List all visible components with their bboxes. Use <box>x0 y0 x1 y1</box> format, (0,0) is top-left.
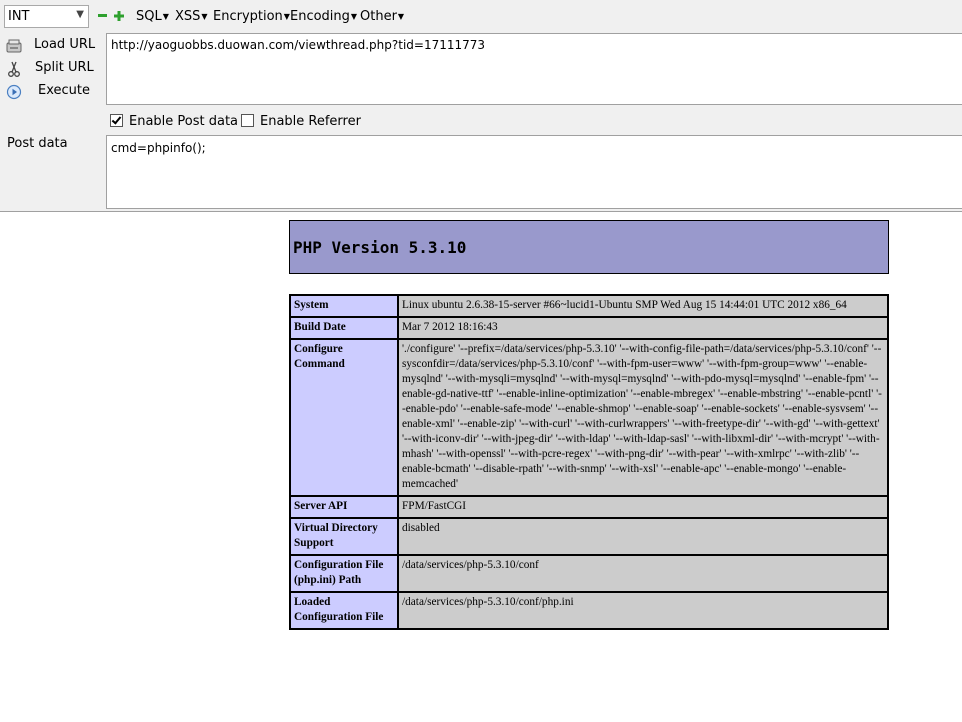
menu-other[interactable]: Other▼ <box>360 9 404 24</box>
table-row: Loaded Configuration File /data/services… <box>290 592 888 629</box>
caret-icon: ▼ <box>201 12 208 21</box>
hackbar-panel: INT ▼ SQL▼ XSS▼ Encryption▼ Encoding▼ Ot… <box>0 0 962 212</box>
menu-encoding-label: Encoding <box>290 9 350 24</box>
row-value: FPM/FastCGI <box>398 496 888 518</box>
url-textarea[interactable]: http://yaoguobbs.duowan.com/viewthread.p… <box>106 33 962 105</box>
row-value: Mar 7 2012 18:16:43 <box>398 317 888 339</box>
enable-referrer-checkbox[interactable]: Enable Referrer <box>241 114 361 129</box>
row-value: disabled <box>398 518 888 555</box>
split-url-label: Split URL <box>35 60 94 75</box>
post-data-value: cmd=phpinfo(); <box>111 141 206 155</box>
plus-icon[interactable] <box>114 11 124 21</box>
type-select-value: INT <box>8 9 30 24</box>
row-value: Linux ubuntu 2.6.38-15-server #66~lucid1… <box>398 295 888 317</box>
load-url-button[interactable]: Load URL <box>4 36 104 56</box>
url-value: http://yaoguobbs.duowan.com/viewthread.p… <box>111 38 486 52</box>
caret-icon: ▼ <box>397 12 405 21</box>
caret-icon: ▼ <box>350 12 358 21</box>
row-value: /data/services/php-5.3.10/conf/php.ini <box>398 592 888 629</box>
table-row: Virtual Directory Support disabled <box>290 518 888 555</box>
menu-sql-label: SQL <box>136 9 162 24</box>
checkbox-unchecked-icon <box>241 114 254 127</box>
row-key: Configuration File (php.ini) Path <box>290 555 398 592</box>
phpinfo-table: System Linux ubuntu 2.6.38-15-server #66… <box>289 294 889 630</box>
post-data-textarea[interactable]: cmd=phpinfo(); <box>106 135 962 209</box>
table-row: System Linux ubuntu 2.6.38-15-server #66… <box>290 295 888 317</box>
table-row: Build Date Mar 7 2012 18:16:43 <box>290 317 888 339</box>
menu-xss[interactable]: XSS▼ <box>175 9 208 24</box>
row-key: Build Date <box>290 317 398 339</box>
menu-encryption[interactable]: Encryption▼ <box>213 9 290 24</box>
menu-other-label: Other <box>360 9 397 24</box>
row-key: Server API <box>290 496 398 518</box>
php-version-title: PHP Version 5.3.10 <box>293 238 467 257</box>
row-value: /data/services/php-5.3.10/conf <box>398 555 888 592</box>
enable-referrer-label: Enable Referrer <box>260 114 361 129</box>
load-url-label: Load URL <box>34 37 96 52</box>
row-key: System <box>290 295 398 317</box>
menu-xss-label: XSS <box>175 9 201 24</box>
execute-label: Execute <box>38 83 90 98</box>
menu-encryption-label: Encryption <box>213 9 283 24</box>
enable-post-checkbox[interactable]: Enable Post data <box>110 114 238 129</box>
type-select[interactable]: INT ▼ <box>4 5 89 28</box>
row-value: './configure' '--prefix=/data/services/p… <box>398 339 888 496</box>
execute-button[interactable]: Execute <box>4 82 104 102</box>
menu-encoding[interactable]: Encoding▼ <box>290 9 357 24</box>
split-url-button[interactable]: Split URL <box>4 59 104 79</box>
split-url-icon <box>8 61 20 77</box>
checkbox-checked-icon <box>110 114 123 127</box>
table-row: Server API FPM/FastCGI <box>290 496 888 518</box>
caret-icon: ▼ <box>162 12 169 21</box>
load-url-icon <box>6 39 22 53</box>
enable-post-label: Enable Post data <box>129 114 239 129</box>
row-key: Loaded Configuration File <box>290 592 398 629</box>
post-data-label: Post data <box>7 136 68 151</box>
table-row: Configuration File (php.ini) Path /data/… <box>290 555 888 592</box>
table-row: Configure Command './configure' '--prefi… <box>290 339 888 496</box>
execute-icon <box>6 84 22 100</box>
row-key: Configure Command <box>290 339 398 496</box>
minus-icon[interactable] <box>98 11 107 20</box>
dropdown-arrow-icon: ▼ <box>76 9 84 20</box>
phpinfo-header: PHP Version 5.3.10 <box>289 220 889 274</box>
menu-sql[interactable]: SQL▼ <box>136 9 169 24</box>
row-key: Virtual Directory Support <box>290 518 398 555</box>
